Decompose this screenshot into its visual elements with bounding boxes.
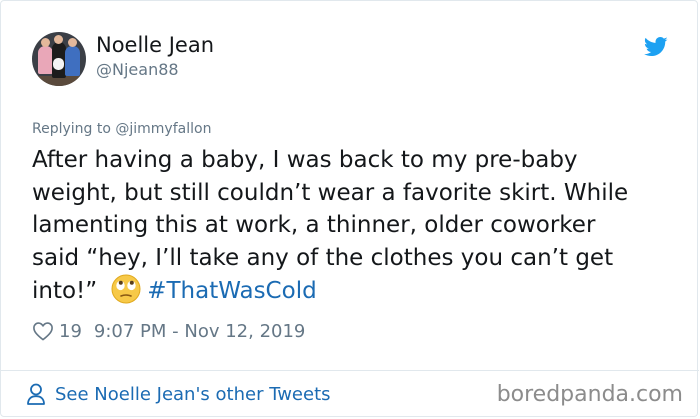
tweet-text-line: said “hey, I’ll take any of the clothes … — [32, 244, 614, 271]
see-other-tweets-label[interactable]: See Noelle Jean's other Tweets — [55, 384, 331, 405]
tweet-text-line: into!” — [32, 278, 98, 304]
see-other-tweets-link[interactable]: See Noelle Jean's other Tweets — [26, 383, 331, 405]
tweet-timestamp[interactable]: 9:07 PM - Nov 12, 2019 — [94, 321, 305, 342]
divider — [1, 370, 699, 371]
tweet-card: Noelle Jean @Njean88 Replying to @jimmyf… — [0, 0, 699, 417]
tweet-text-line: After having a baby, I was back to my pr… — [32, 147, 578, 173]
twitter-bird-icon[interactable] — [644, 37, 668, 57]
person-outline-icon — [27, 383, 45, 405]
tweet-text-line: lamenting this at work, a thinner, older… — [32, 212, 596, 238]
author-handle[interactable]: @Njean88 — [96, 60, 179, 79]
face-with-rolling-eyes-emoji — [111, 274, 141, 304]
hashtag-link[interactable]: #ThatWasCold — [147, 278, 316, 304]
reply-context[interactable]: Replying to @jimmyfallon — [32, 121, 211, 137]
watermark: boredpanda.com — [496, 382, 683, 407]
tweet-text: After having a baby, I was back to my pr… — [32, 144, 672, 308]
avatar[interactable] — [32, 32, 86, 86]
tweet-meta: 19 9:07 PM - Nov 12, 2019 — [32, 319, 305, 343]
heart-outline-icon[interactable] — [32, 321, 54, 341]
like-count[interactable]: 19 — [59, 321, 82, 342]
tweet-text-line: weight, but still couldn’t wear a favori… — [32, 179, 629, 206]
tweet-header: Noelle Jean @Njean88 — [32, 32, 672, 88]
tweet-text-last-line: into!” #ThatWasCold — [32, 274, 672, 308]
author-name[interactable]: Noelle Jean — [96, 33, 214, 57]
